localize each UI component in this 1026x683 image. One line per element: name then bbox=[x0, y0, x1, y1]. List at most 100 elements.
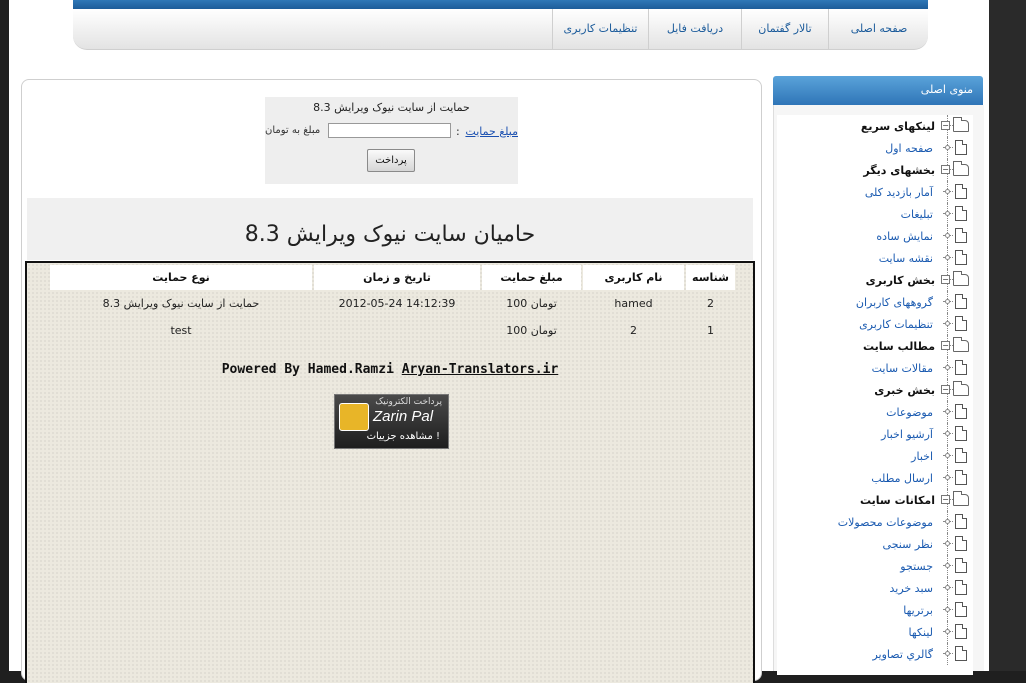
sponsors-title: حامیان سایت نیوک ویرایش 8.3 bbox=[244, 222, 536, 247]
menu-item[interactable]: لینکها bbox=[777, 621, 973, 643]
collapse-icon[interactable]: − bbox=[941, 121, 950, 130]
menu-item[interactable]: صفحه اول bbox=[777, 137, 973, 159]
menu-label[interactable]: موضوعات bbox=[886, 406, 933, 419]
top-navigation: صفحه اصلی تالار گفتمان دریافت فایل تنظیم… bbox=[73, 9, 928, 50]
menu-item[interactable]: موضوعات bbox=[777, 401, 973, 423]
menu-label[interactable]: اخبار bbox=[911, 450, 933, 463]
menu-label[interactable]: تبلیغات bbox=[901, 208, 933, 221]
menu-item[interactable]: مقالات سایت bbox=[777, 357, 973, 379]
menu-label[interactable]: تنظیمات کاربری bbox=[859, 318, 933, 331]
powered-by: Powered By Hamed.Ramzi Aryan-Translators… bbox=[27, 362, 753, 377]
cell-datetime bbox=[314, 317, 480, 344]
folder-icon bbox=[953, 161, 969, 176]
menu-label: امکانات سایت bbox=[860, 494, 935, 507]
menu-item[interactable]: نقشه سایت bbox=[777, 247, 973, 269]
menu-item[interactable]: ارسال مطلب bbox=[777, 467, 973, 489]
menu-label[interactable]: نظر سنجی bbox=[883, 538, 933, 551]
menu-label[interactable]: جستجو bbox=[900, 560, 933, 573]
page-icon bbox=[955, 140, 967, 155]
menu-label[interactable]: ارسال مطلب bbox=[871, 472, 933, 485]
menu-label[interactable]: صفحه اول bbox=[885, 142, 933, 155]
zarinpal-badge-details: مشاهده جزییات ! bbox=[366, 431, 440, 442]
cell-id: 2 bbox=[707, 297, 714, 310]
menu-category[interactable]: − بخش کاربری bbox=[777, 269, 973, 291]
page-icon bbox=[955, 360, 967, 375]
menu-category[interactable]: − مطالب سایت bbox=[777, 335, 973, 357]
tree-node-dot bbox=[945, 519, 950, 524]
tree-node-dot bbox=[945, 453, 950, 458]
tree-node-dot bbox=[945, 431, 950, 436]
folder-icon bbox=[953, 491, 969, 506]
menu-item[interactable]: نمایش ساده bbox=[777, 225, 973, 247]
nav-downloads[interactable]: دریافت فایل bbox=[648, 9, 741, 49]
nav-home[interactable]: صفحه اصلی bbox=[828, 9, 929, 49]
sponsors-header: حامیان سایت نیوک ویرایش 8.3 bbox=[27, 198, 753, 260]
pay-button[interactable]: پرداخت bbox=[367, 149, 415, 172]
collapse-icon[interactable]: − bbox=[941, 275, 950, 284]
cell-type: test bbox=[170, 324, 192, 337]
menu-label[interactable]: نمایش ساده bbox=[876, 230, 933, 243]
column-header-username: نام کاربری bbox=[583, 265, 684, 290]
sponsors-area: نوع حمایت تاریخ و زمان مبلغ حمایت نام کا… bbox=[25, 261, 755, 683]
cell-datetime: 2012-05-24 14:12:39 bbox=[338, 297, 456, 310]
menu-label[interactable]: مقالات سایت bbox=[872, 362, 933, 375]
nav-user-settings[interactable]: تنظیمات کاربری bbox=[552, 9, 648, 49]
menu-label[interactable]: برتریها bbox=[903, 604, 933, 617]
collapse-icon[interactable]: − bbox=[941, 385, 950, 394]
menu-label[interactable]: گروههای کاربران bbox=[856, 296, 933, 309]
menu-category[interactable]: − لینکهای سریع bbox=[777, 115, 973, 137]
menu-category[interactable]: − بخشهای دیگر bbox=[777, 159, 973, 181]
nav-forum[interactable]: تالار گفتمان bbox=[741, 9, 828, 49]
cell-amount: 100 تومان bbox=[506, 324, 557, 337]
amount-unit-label: مبلغ به تومان bbox=[265, 125, 321, 136]
page-icon bbox=[955, 580, 967, 595]
page-icon bbox=[955, 184, 967, 199]
page-icon bbox=[955, 294, 967, 309]
powered-by-link[interactable]: Aryan-Translators.ir bbox=[402, 362, 559, 377]
page-icon bbox=[955, 250, 967, 265]
menu-item[interactable]: موضوعات محصولات bbox=[777, 511, 973, 533]
right-gutter bbox=[989, 0, 1026, 671]
folder-icon bbox=[953, 271, 969, 286]
menu-item[interactable]: گروههای کاربران bbox=[777, 291, 973, 313]
collapse-icon[interactable]: − bbox=[941, 341, 950, 350]
page-icon bbox=[955, 404, 967, 419]
amount-help-link[interactable]: مبلغ حمایت bbox=[465, 125, 518, 138]
collapse-icon[interactable]: − bbox=[941, 165, 950, 174]
tree-node-dot bbox=[945, 607, 950, 612]
menu-label: مطالب سایت bbox=[863, 340, 935, 353]
amount-input[interactable] bbox=[328, 123, 451, 138]
menu-label[interactable]: لینکها bbox=[909, 626, 934, 639]
collapse-icon[interactable]: − bbox=[941, 495, 950, 504]
menu-label[interactable]: نقشه سایت bbox=[879, 252, 933, 265]
menu-label[interactable]: موضوعات محصولات bbox=[838, 516, 933, 529]
sponsors-table: نوع حمایت تاریخ و زمان مبلغ حمایت نام کا… bbox=[48, 265, 737, 344]
zarinpal-badge[interactable]: پرداخت الکترونیک Zarin Pal مشاهده جزییات… bbox=[334, 394, 449, 449]
menu-item[interactable]: اخبار bbox=[777, 445, 973, 467]
page-icon bbox=[955, 206, 967, 221]
menu-item[interactable]: برتریها bbox=[777, 599, 973, 621]
column-header-datetime: تاریخ و زمان bbox=[314, 265, 480, 290]
menu-label: بخش خبری bbox=[874, 384, 935, 397]
menu-label[interactable]: سبد خرید bbox=[889, 582, 933, 595]
menu-item[interactable]: گالري تصاویر bbox=[777, 643, 973, 665]
tree-node-dot bbox=[945, 651, 950, 656]
menu-category[interactable]: − امکانات سایت bbox=[777, 489, 973, 511]
menu-category[interactable]: − بخش خبری bbox=[777, 379, 973, 401]
menu-item[interactable]: سبد خرید bbox=[777, 577, 973, 599]
folder-icon bbox=[953, 381, 969, 396]
menu-item[interactable]: تنظیمات کاربری bbox=[777, 313, 973, 335]
tree-node-dot bbox=[945, 299, 950, 304]
menu-item[interactable]: نظر سنجی bbox=[777, 533, 973, 555]
menu-label[interactable]: آمار بازدید کلی bbox=[865, 186, 933, 199]
menu-item[interactable]: آرشیو اخبار bbox=[777, 423, 973, 445]
page-icon bbox=[955, 426, 967, 441]
menu-item[interactable]: جستجو bbox=[777, 555, 973, 577]
column-header-id: شناسه bbox=[686, 265, 735, 290]
menu-label[interactable]: آرشیو اخبار bbox=[881, 428, 933, 441]
zarinpal-logo-icon bbox=[339, 403, 369, 431]
menu-label[interactable]: گالري تصاویر bbox=[872, 648, 933, 661]
menu-item[interactable]: تبلیغات bbox=[777, 203, 973, 225]
menu-item[interactable]: آمار بازدید کلی bbox=[777, 181, 973, 203]
cell-id: 1 bbox=[707, 324, 714, 337]
